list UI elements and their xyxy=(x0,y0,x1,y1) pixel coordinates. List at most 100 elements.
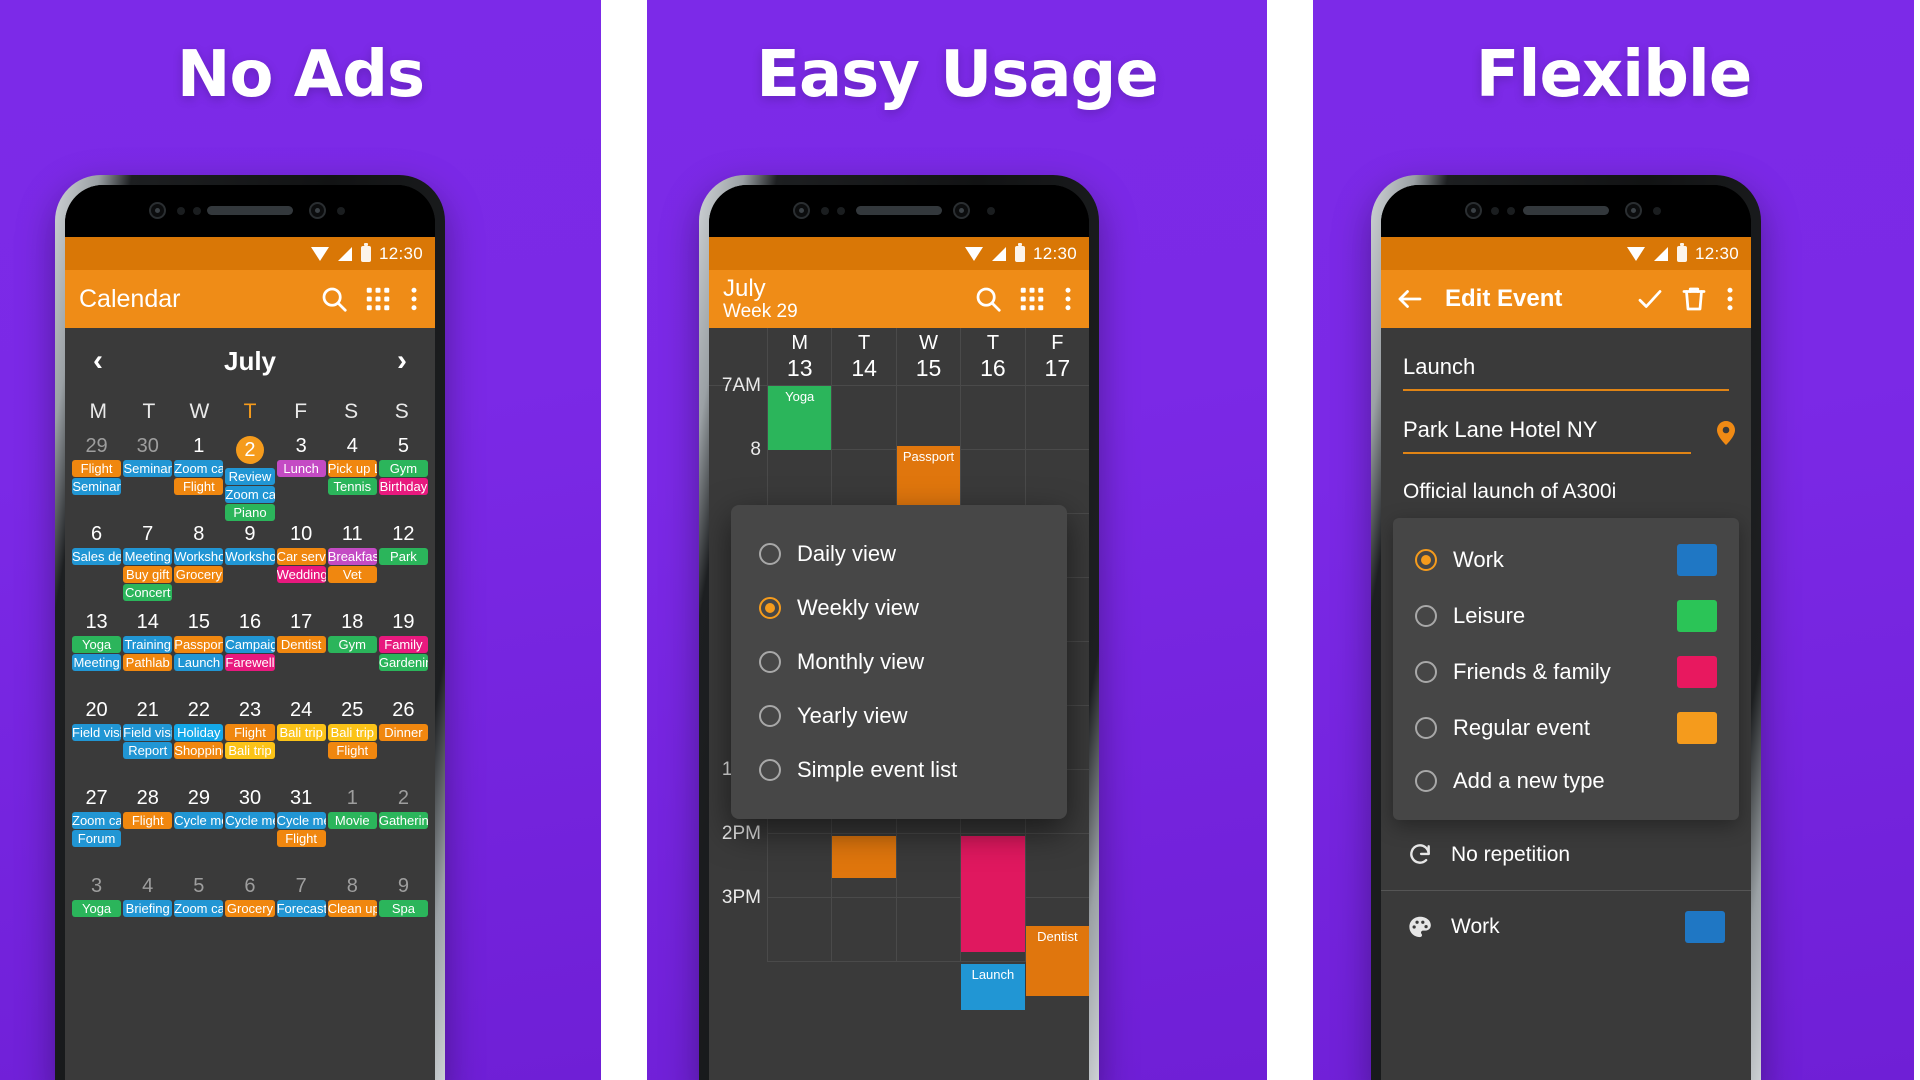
calendar-event[interactable]: Yoga xyxy=(72,636,122,653)
calendar-event[interactable]: Birthday xyxy=(378,478,428,495)
event-title-field[interactable]: Launch xyxy=(1403,328,1729,391)
event-type-color-swatch[interactable] xyxy=(1677,544,1717,576)
overflow-menu-icon[interactable] xyxy=(1061,284,1075,314)
calendar-event[interactable]: Flight xyxy=(174,478,224,495)
location-pin-icon[interactable] xyxy=(1717,420,1735,446)
calendar-event[interactable]: Park xyxy=(378,548,428,565)
calendar-event[interactable]: Farewell xyxy=(225,654,275,671)
calendar-event[interactable]: Wedding xyxy=(276,566,326,583)
day-cell[interactable]: 9 Spa xyxy=(378,874,429,962)
day-cell[interactable]: 4 Briefing xyxy=(122,874,173,962)
calendar-event[interactable]: Field visit xyxy=(123,724,173,741)
radio-button[interactable] xyxy=(759,759,781,781)
day-cell[interactable]: 4 Pick up LizTennis xyxy=(327,434,378,522)
calendar-event[interactable] xyxy=(961,836,1025,952)
radio-button[interactable] xyxy=(1415,661,1437,683)
week-day-column-header[interactable]: W 15 xyxy=(895,328,960,385)
calendar-event[interactable]: Flight xyxy=(276,830,326,847)
hour-cell[interactable] xyxy=(896,898,961,962)
calendar-event[interactable]: Workshop xyxy=(174,548,224,565)
calendar-event[interactable]: Launch xyxy=(961,964,1025,1010)
radio-button[interactable] xyxy=(1415,717,1437,739)
week-day-column-header[interactable]: T 14 xyxy=(831,328,895,385)
hour-cell[interactable] xyxy=(1025,386,1089,450)
day-cell[interactable]: 3 Lunch xyxy=(276,434,327,522)
day-cell[interactable]: 6 Sales deck xyxy=(71,522,122,610)
radio-button[interactable] xyxy=(1415,770,1437,792)
calendar-event[interactable]: Concert xyxy=(123,584,173,601)
calendar-event[interactable]: Dinner xyxy=(378,724,428,741)
day-cell[interactable]: 2ReviewZoom callPiano xyxy=(224,434,275,522)
calendar-event[interactable]: Pathlab xyxy=(123,654,173,671)
view-option-daily-view[interactable]: Daily view xyxy=(731,527,1067,581)
day-cell[interactable]: 11 BreakfastVet xyxy=(327,522,378,610)
calendar-event[interactable]: Seminar xyxy=(72,478,122,495)
hour-cell[interactable] xyxy=(768,834,832,898)
calendar-event[interactable]: Passport xyxy=(174,636,224,653)
calendar-event[interactable]: Launch xyxy=(174,654,224,671)
calendar-event[interactable]: Zoom call xyxy=(225,486,275,503)
calendar-event[interactable]: Gathering xyxy=(378,812,428,829)
day-cell[interactable]: 5 Gym Birthday xyxy=(378,434,429,522)
day-cell[interactable]: 17 Dentist xyxy=(276,610,327,698)
radio-button[interactable] xyxy=(759,705,781,727)
day-cell[interactable]: 23 Flight Bali trip xyxy=(224,698,275,786)
day-cell[interactable]: 18 Gym xyxy=(327,610,378,698)
day-cell[interactable]: 27 Zoom callForum xyxy=(71,786,122,874)
calendar-event[interactable]: Training xyxy=(123,636,173,653)
calendar-event[interactable]: Dentist xyxy=(1025,926,1089,996)
day-cell[interactable]: 16 CampaignFarewell xyxy=(224,610,275,698)
calendar-event[interactable]: Zoom call xyxy=(72,812,122,829)
event-type-work[interactable]: Work xyxy=(1393,532,1739,588)
category-color-swatch[interactable] xyxy=(1685,911,1725,943)
day-cell[interactable]: 7 Forecast xyxy=(276,874,327,962)
calendar-event[interactable]: Flight xyxy=(123,812,173,829)
calendar-event[interactable]: Spa xyxy=(378,900,428,917)
calendar-event[interactable]: Cycle meet xyxy=(276,812,326,829)
view-option-weekly-view[interactable]: Weekly view xyxy=(731,581,1067,635)
repetition-row[interactable]: No repetition xyxy=(1381,820,1751,868)
day-cell[interactable]: 20 Field visit xyxy=(71,698,122,786)
calendar-event[interactable]: Report xyxy=(123,742,173,759)
overflow-menu-icon[interactable] xyxy=(1723,284,1737,314)
hour-cell[interactable] xyxy=(768,898,832,962)
calendar-event[interactable]: Yoga xyxy=(72,900,122,917)
calendar-event[interactable]: Briefing xyxy=(123,900,173,917)
day-cell[interactable]: 5 Zoom call xyxy=(173,874,224,962)
day-cell[interactable]: 3 Yoga xyxy=(71,874,122,962)
radio-button[interactable] xyxy=(759,597,781,619)
calendar-event[interactable]: Movie xyxy=(327,812,377,829)
week-day-column-header[interactable]: T 16 xyxy=(960,328,1024,385)
calendar-event[interactable]: Zoom call xyxy=(174,900,224,917)
event-type-color-swatch[interactable] xyxy=(1677,600,1717,632)
radio-button[interactable] xyxy=(1415,549,1437,571)
search-icon[interactable] xyxy=(973,284,1003,314)
back-arrow-icon[interactable] xyxy=(1395,284,1425,314)
calendar-event[interactable]: Seminar xyxy=(123,460,173,477)
day-cell[interactable]: 29 Flight Seminar xyxy=(71,434,122,522)
day-cell[interactable]: 25 Bali trip Flight xyxy=(327,698,378,786)
day-cell[interactable]: 1 Zoom callFlight xyxy=(173,434,224,522)
day-cell[interactable]: 9 Workshop xyxy=(224,522,275,610)
search-icon[interactable] xyxy=(319,284,349,314)
day-cell[interactable]: 21 Field visit Report xyxy=(122,698,173,786)
calendar-event[interactable]: Car service xyxy=(276,548,326,565)
calendar-event[interactable]: Cycle meet xyxy=(174,812,224,829)
calendar-event[interactable]: Pick up Liz xyxy=(327,460,377,477)
previous-month-button[interactable]: ‹ xyxy=(81,344,115,378)
view-option-yearly-view[interactable]: Yearly view xyxy=(731,689,1067,743)
event-type-regular-event[interactable]: Regular event xyxy=(1393,700,1739,756)
hour-cell[interactable] xyxy=(961,386,1025,450)
day-cell[interactable]: 19 FamilyGardening xyxy=(378,610,429,698)
calendar-event[interactable]: Bali trip xyxy=(225,742,275,759)
calendar-event[interactable]: Sales deck xyxy=(72,548,122,565)
radio-button[interactable] xyxy=(1415,605,1437,627)
event-location-field[interactable]: Park Lane Hotel NY xyxy=(1403,391,1735,454)
hour-cell[interactable] xyxy=(896,386,961,450)
calendar-event[interactable] xyxy=(832,836,896,878)
day-cell[interactable]: 14 Training Pathlab xyxy=(122,610,173,698)
day-cell[interactable]: 29 Cycle meet xyxy=(173,786,224,874)
calendar-event[interactable]: Yoga xyxy=(768,386,832,450)
day-cell[interactable]: 7 Meeting Buy gift Concert xyxy=(122,522,173,610)
day-cell[interactable]: 2 Gathering xyxy=(378,786,429,874)
